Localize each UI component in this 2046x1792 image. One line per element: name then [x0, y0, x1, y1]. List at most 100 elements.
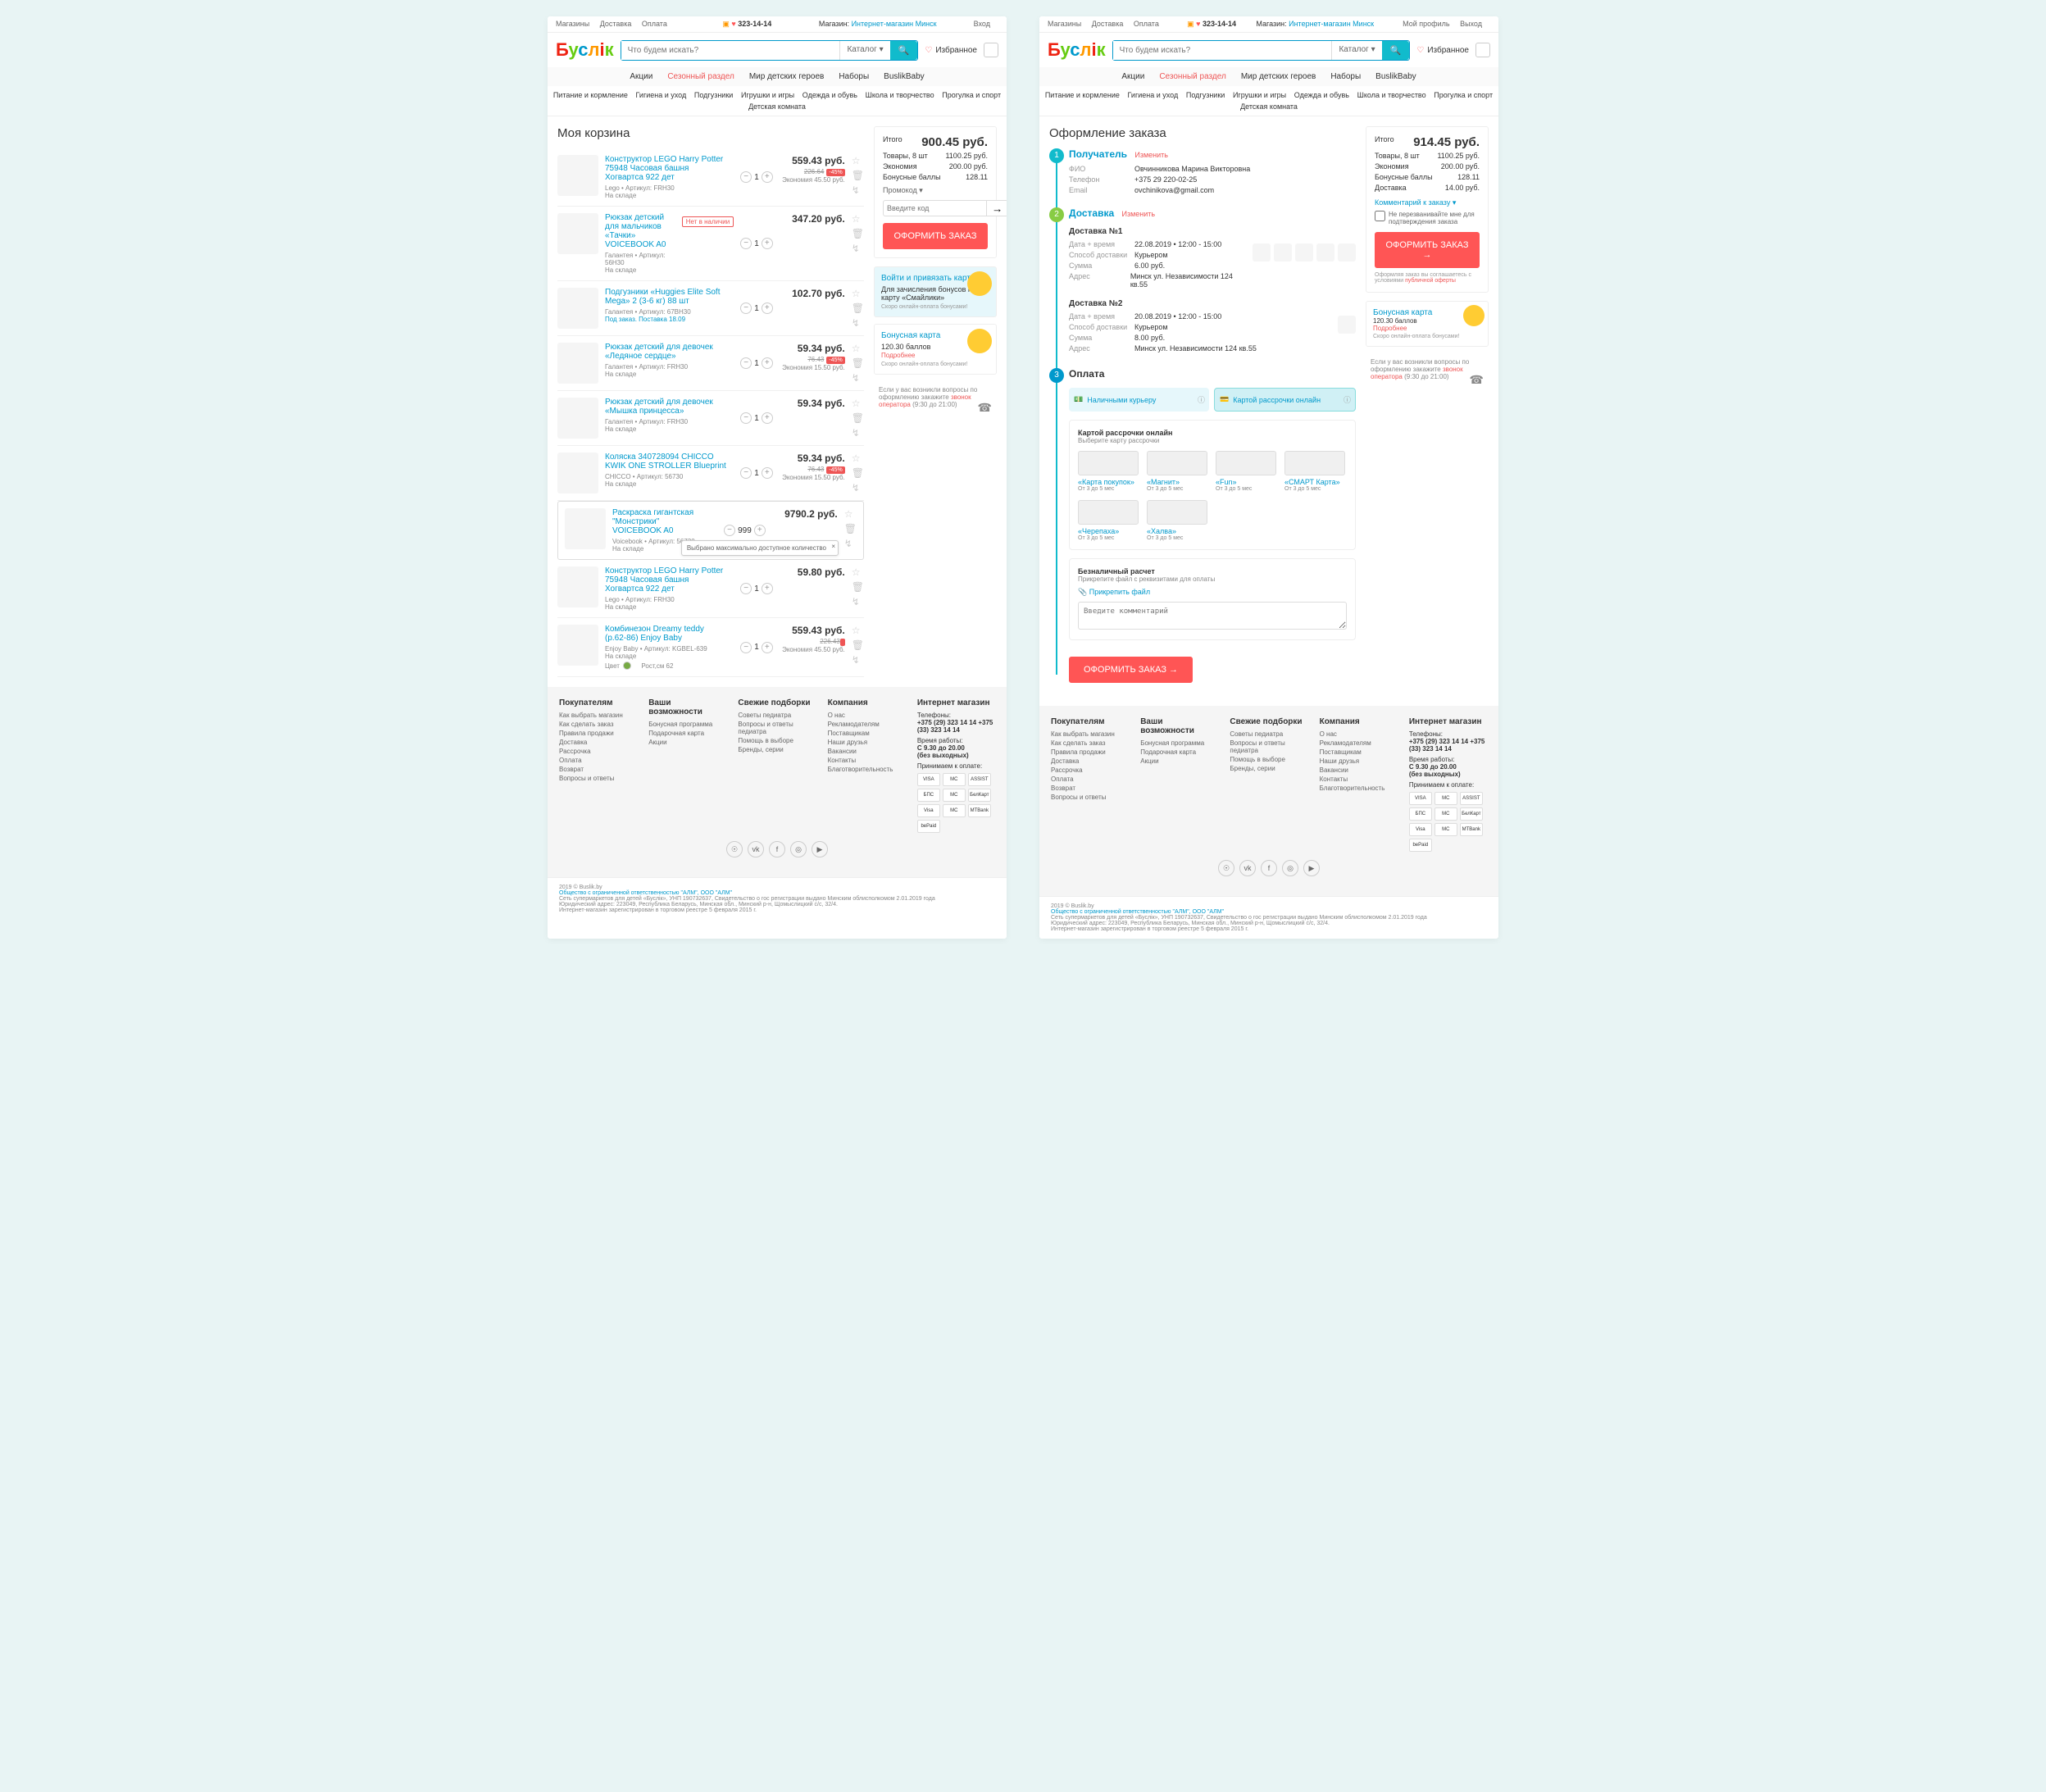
top-link[interactable]: Доставка — [600, 20, 632, 28]
profile-link[interactable]: Мой профиль — [1403, 20, 1449, 28]
card-option[interactable]: «Магнит»От 3 до 5 мес — [1147, 451, 1207, 492]
subnav-item[interactable]: Детская комната — [748, 102, 806, 111]
chat-icon[interactable]: ☎ — [1470, 373, 1484, 387]
product-name-link[interactable]: Конструктор LEGO Harry Potter 75948 Часо… — [605, 155, 727, 182]
edit-link[interactable]: Изменить — [1122, 210, 1156, 218]
delete-icon[interactable]: 🗑 — [852, 412, 864, 424]
subnav-item[interactable]: Школа и творчество — [1357, 91, 1426, 99]
footer-link[interactable]: Рекламодателям — [828, 721, 906, 728]
footer-link[interactable]: Акции — [1140, 757, 1218, 765]
move-icon[interactable]: ↯ — [852, 372, 864, 384]
footer-link[interactable]: Оплата — [559, 757, 637, 764]
delete-icon[interactable]: 🗑 — [852, 467, 864, 479]
subnav-item[interactable]: Питание и кормление — [1045, 91, 1120, 99]
favorites-link[interactable]: ♡Избранное — [925, 46, 977, 55]
comment-toggle[interactable]: Комментарий к заказу ▾ — [1375, 198, 1480, 207]
social-icon[interactable]: f — [1261, 860, 1277, 876]
nav-item[interactable]: Акции — [1121, 72, 1144, 81]
qty-plus[interactable]: + — [754, 525, 766, 536]
search-button[interactable]: 🔍 — [890, 41, 918, 60]
product-image[interactable] — [557, 343, 598, 384]
product-image[interactable] — [565, 508, 606, 549]
subnav-item[interactable]: Одежда и обувь — [802, 91, 857, 99]
footer-link[interactable]: Контакты — [828, 757, 906, 764]
social-icon[interactable]: vk — [748, 841, 764, 857]
footer-link[interactable]: Благотворительность — [828, 766, 906, 773]
dont-call-checkbox[interactable] — [1375, 211, 1385, 221]
qty-minus[interactable]: − — [740, 171, 752, 183]
checkout-button[interactable]: ОФОРМИТЬ ЗАКАЗ — [883, 223, 988, 249]
card-option[interactable]: «Халва»От 3 до 5 мес — [1147, 500, 1207, 541]
social-icon[interactable]: ▶ — [812, 841, 828, 857]
qty-plus[interactable]: + — [762, 171, 773, 183]
card-option[interactable]: «СМАРТ Карта»От 3 до 5 мес — [1284, 451, 1345, 492]
top-link[interactable]: Оплата — [1134, 20, 1159, 28]
product-name-link[interactable]: Рюкзак детский для девочек «Мышка принце… — [605, 398, 727, 416]
favorites-link[interactable]: ♡Избранное — [1416, 46, 1469, 55]
footer-link[interactable]: Вопросы и ответы педиатра — [1230, 739, 1307, 754]
social-icon[interactable]: ☉ — [1218, 860, 1234, 876]
footer-link[interactable]: Рекламодателям — [1320, 739, 1398, 747]
bonus-details-link[interactable]: Подробнее — [881, 352, 916, 359]
subnav-item[interactable]: Школа и творчество — [866, 91, 934, 99]
delete-icon[interactable]: 🗑 — [852, 357, 864, 369]
favorite-icon[interactable]: ☆ — [852, 213, 864, 225]
favorite-icon[interactable]: ☆ — [844, 508, 857, 520]
footer-link[interactable]: Доставка — [1051, 757, 1129, 765]
footer-link[interactable]: Поставщикам — [1320, 748, 1398, 756]
footer-link[interactable]: Бренды, серии — [1230, 765, 1307, 772]
subnav-item[interactable]: Гигиена и уход — [1128, 91, 1179, 99]
footer-link[interactable]: Советы педиатра — [738, 712, 816, 719]
footer-link[interactable]: Правила продажи — [1051, 748, 1129, 756]
footer-link[interactable]: Подарочная карта — [648, 730, 726, 737]
footer-link[interactable]: Как сделать заказ — [559, 721, 637, 728]
edit-link[interactable]: Изменить — [1134, 151, 1168, 159]
product-name-link[interactable]: Подгузники «Huggies Elite Soft Mega» 2 (… — [605, 288, 727, 306]
search-input[interactable] — [621, 41, 840, 60]
qty-plus[interactable]: + — [762, 583, 773, 594]
qty-minus[interactable]: − — [740, 412, 752, 424]
footer-link[interactable]: Оплата — [1051, 775, 1129, 783]
footer-link[interactable]: Бренды, серии — [738, 746, 816, 753]
favorite-icon[interactable]: ☆ — [852, 566, 864, 578]
qty-minus[interactable]: − — [740, 642, 752, 653]
footer-link[interactable]: Вакансии — [1320, 766, 1398, 774]
footer-link[interactable]: Рассрочка — [1051, 766, 1129, 774]
subnav-item[interactable]: Прогулка и спорт — [942, 91, 1001, 99]
qty-minus[interactable]: − — [740, 583, 752, 594]
comment-input[interactable] — [1078, 602, 1347, 630]
social-icon[interactable]: f — [769, 841, 785, 857]
delete-icon[interactable]: 🗑 — [852, 581, 864, 593]
close-icon[interactable]: × — [831, 543, 835, 550]
footer-link[interactable]: Бонусная программа — [1140, 739, 1218, 747]
footer-link[interactable]: Акции — [648, 739, 726, 746]
subnav-item[interactable]: Питание и кормление — [553, 91, 628, 99]
qty-plus[interactable]: + — [762, 642, 773, 653]
footer-link[interactable]: Благотворительность — [1320, 785, 1398, 792]
logo[interactable]: Буслiк — [556, 39, 614, 61]
search-button[interactable]: 🔍 — [1382, 41, 1410, 60]
search-input[interactable] — [1113, 41, 1332, 60]
chat-icon[interactable]: ☎ — [978, 401, 992, 415]
social-icon[interactable]: ☉ — [726, 841, 743, 857]
nav-item[interactable]: Акции — [630, 72, 652, 81]
favorite-icon[interactable]: ☆ — [852, 625, 864, 636]
footer-link[interactable]: Помощь в выборе — [1230, 756, 1307, 763]
move-icon[interactable]: ↯ — [844, 538, 857, 549]
favorite-icon[interactable]: ☆ — [852, 343, 864, 354]
social-icon[interactable]: ◎ — [1282, 860, 1298, 876]
nav-item[interactable]: Наборы — [1330, 72, 1361, 81]
footer-link[interactable]: Наши друзья — [828, 739, 906, 746]
social-icon[interactable]: ◎ — [790, 841, 807, 857]
footer-link[interactable]: Наши друзья — [1320, 757, 1398, 765]
card-option[interactable]: «Карта покупок»От 3 до 5 мес — [1078, 451, 1139, 492]
delete-icon[interactable]: 🗑 — [844, 523, 857, 534]
product-name-link[interactable]: Рюкзак детский для мальчиков «Тачки» VOI… — [605, 213, 675, 249]
delete-icon[interactable]: 🗑 — [852, 228, 864, 239]
nav-item[interactable]: Наборы — [839, 72, 869, 81]
footer-link[interactable]: Как выбрать магазин — [559, 712, 637, 719]
logo[interactable]: Буслiк — [1048, 39, 1106, 61]
product-image[interactable] — [557, 155, 598, 196]
info-icon[interactable]: ⓘ — [1344, 394, 1351, 405]
info-icon[interactable]: ⓘ — [1198, 394, 1205, 405]
